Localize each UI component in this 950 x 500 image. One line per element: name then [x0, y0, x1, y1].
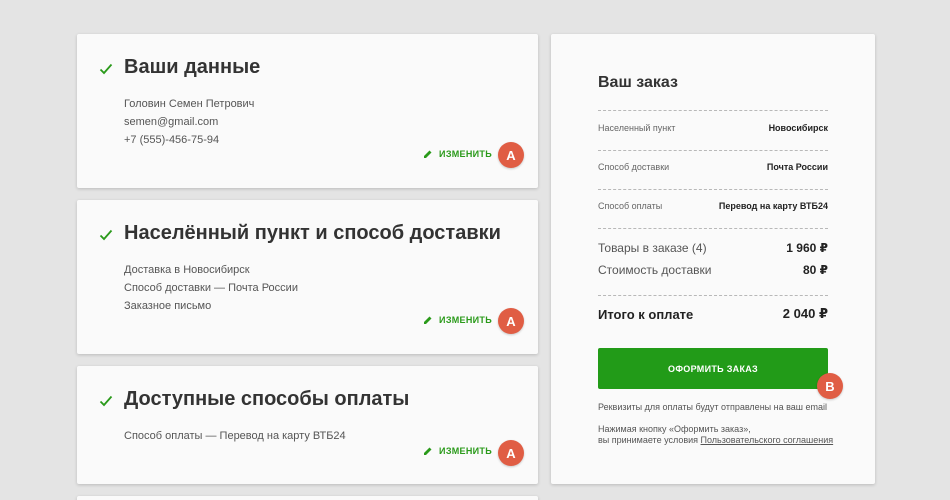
section-delivery: Населённый пункт и способ доставки Доста…	[77, 200, 538, 354]
check-icon	[99, 229, 113, 241]
check-icon	[99, 63, 113, 75]
annotation-badge: A	[498, 142, 524, 168]
email-note: Реквизиты для оплаты будут отправлены на…	[598, 402, 828, 412]
section-title: Ваши данные	[124, 56, 261, 78]
summary-row-delivery: Способ доставки Почта России	[598, 162, 828, 172]
edit-label: ИЗМЕНИТЬ	[439, 149, 492, 159]
summary-row-delivery-cost: Стоимость доставки 80 ₽	[598, 263, 828, 277]
section-details: Доставка в Новосибирск Способ доставки —…	[124, 261, 298, 315]
edit-personal-data-button[interactable]: ИЗМЕНИТЬ	[423, 149, 492, 159]
row-label: Способ доставки	[598, 162, 670, 172]
divider	[598, 150, 828, 151]
pencil-icon	[424, 150, 432, 158]
agreement-line-1: Нажимая кнопку «Оформить заказ»,	[598, 424, 751, 434]
delivery-city: Доставка в Новосибирск	[124, 264, 250, 276]
summary-row-payment: Способ оплаты Перевод на карту ВТБ24	[598, 201, 828, 211]
summary-row-city: Населенный пункт Новосибирск	[598, 123, 828, 133]
order-title: Ваш заказ	[598, 74, 678, 91]
agreement-prefix: вы принимаете условия	[598, 435, 701, 445]
place-order-button[interactable]: ОФОРМИТЬ ЗАКАЗ	[598, 348, 828, 389]
row-label: Товары в заказе (4)	[598, 241, 707, 255]
customer-name: Головин Семен Петрович	[124, 98, 255, 110]
section-next	[77, 496, 538, 500]
customer-phone: +7 (555)-456-75-94	[124, 134, 220, 146]
delivery-type: Заказное письмо	[124, 300, 212, 312]
customer-email: semen@gmail.com	[124, 116, 219, 128]
divider	[598, 110, 828, 111]
row-label: Стоимость доставки	[598, 263, 712, 277]
agreement-line-2: вы принимаете условия Пользовательского …	[598, 435, 838, 446]
row-value: Почта России	[766, 162, 828, 172]
section-details: Головин Семен Петрович semen@gmail.com +…	[124, 95, 254, 149]
pencil-icon	[424, 316, 432, 324]
edit-payment-button[interactable]: ИЗМЕНИТЬ	[423, 446, 492, 456]
annotation-badge: A	[498, 440, 524, 466]
section-payment: Доступные способы оплаты Способ оплаты —…	[77, 366, 538, 484]
divider	[598, 295, 828, 296]
section-details: Способ оплаты — Перевод на карту ВТБ24	[124, 427, 346, 445]
total-value: 2 040 ₽	[782, 306, 828, 321]
row-value: 1 960 ₽	[786, 241, 828, 255]
summary-row-items: Товары в заказе (4) 1 960 ₽	[598, 241, 828, 255]
section-personal-data: Ваши данные Головин Семен Петрович semen…	[77, 34, 538, 188]
pencil-icon	[424, 447, 432, 455]
edit-delivery-button[interactable]: ИЗМЕНИТЬ	[423, 315, 492, 325]
row-value: Новосибирск	[768, 123, 828, 133]
order-summary: Ваш заказ Населенный пункт Новосибирск С…	[551, 34, 875, 484]
divider	[598, 228, 828, 229]
row-label: Населенный пункт	[598, 123, 676, 133]
total-label: Итого к оплате	[598, 306, 694, 322]
delivery-method: Способ доставки — Почта России	[124, 282, 298, 294]
annotation-badge: B	[817, 373, 843, 399]
section-title: Населённый пункт и способ доставки	[124, 222, 501, 244]
divider	[598, 189, 828, 190]
annotation-badge: A	[498, 308, 524, 334]
agreement-note: Нажимая кнопку «Оформить заказ», вы прин…	[598, 424, 838, 446]
edit-label: ИЗМЕНИТЬ	[439, 315, 492, 325]
edit-label: ИЗМЕНИТЬ	[439, 446, 492, 456]
row-value: Перевод на карту ВТБ24	[718, 201, 828, 211]
check-icon	[99, 395, 113, 407]
summary-row-total: Итого к оплате 2 040 ₽	[598, 306, 828, 322]
row-value: 80 ₽	[802, 263, 828, 277]
payment-method: Способ оплаты — Перевод на карту ВТБ24	[124, 430, 346, 442]
section-title: Доступные способы оплаты	[124, 388, 410, 410]
user-agreement-link[interactable]: Пользовательского соглашения	[701, 435, 834, 445]
row-label: Способ оплаты	[598, 201, 663, 211]
